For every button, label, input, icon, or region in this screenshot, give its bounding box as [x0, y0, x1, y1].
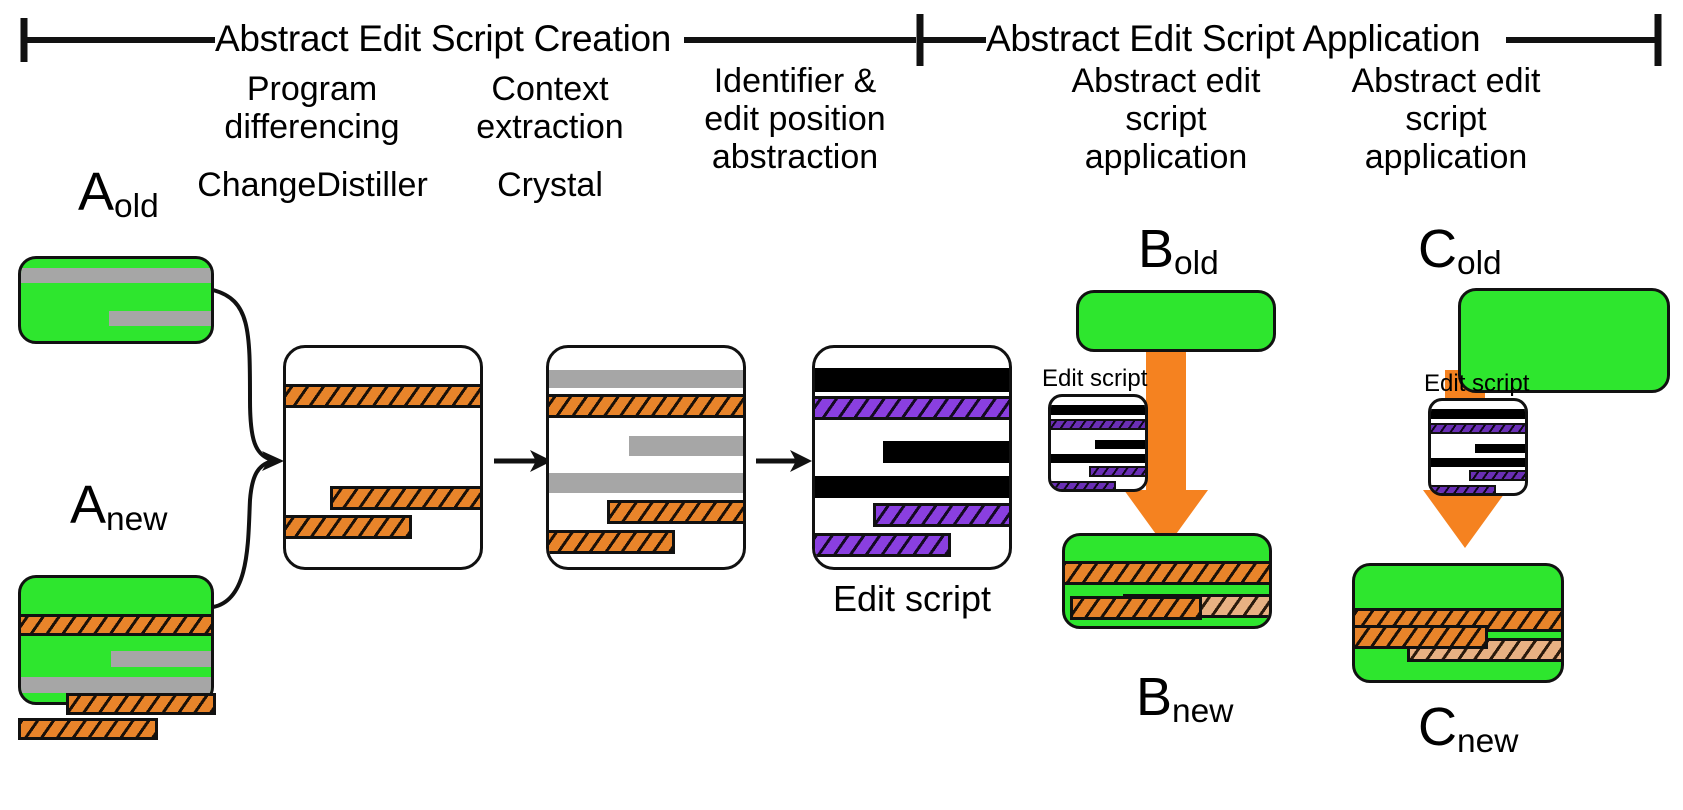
step-title-apply-c: Abstract edit script application: [1351, 62, 1541, 177]
step-tool-crystal: Crystal: [497, 166, 603, 204]
bar-black: [1051, 405, 1145, 415]
bar-orange: [1352, 625, 1488, 649]
bar-gray: [629, 436, 743, 456]
step-title-context-extraction: Context extraction: [476, 70, 624, 147]
label-b-new-base: B: [1136, 667, 1173, 727]
panel-a-new: [18, 575, 214, 705]
caption-edit-script-b: Edit script: [1042, 365, 1148, 392]
bar-gray: [549, 370, 743, 388]
bar-purple: [1469, 470, 1525, 481]
step-title-program-differencing: Program differencing: [224, 70, 400, 147]
bar-purple: [1051, 481, 1116, 489]
bar-gray: [21, 677, 211, 693]
bar-black: [883, 441, 1009, 463]
phase-label-creation: Abstract Edit Script Creation: [215, 18, 672, 59]
bar-purple: [1089, 466, 1145, 477]
bar-orange: [330, 486, 480, 510]
bar-black: [1431, 409, 1525, 419]
panel-c-new: [1352, 563, 1564, 683]
bar-orange-overhang: [18, 718, 158, 740]
bar-gray: [109, 311, 211, 326]
bar-orange: [1070, 596, 1202, 620]
panel-a-old: [18, 256, 214, 344]
bar-black: [1475, 444, 1525, 453]
bar-purple: [1431, 485, 1496, 493]
panel-edit-script-c: [1428, 398, 1528, 496]
bar-purple: [873, 503, 1009, 527]
bar-purple: [1051, 419, 1145, 430]
bar-purple: [1431, 423, 1525, 434]
panel-edit-script: [812, 345, 1012, 570]
bar-orange: [286, 384, 480, 408]
bar-orange: [21, 614, 211, 636]
label-a-new: Anew: [70, 475, 167, 537]
bar-orange: [1065, 561, 1269, 585]
bar-black: [815, 476, 1009, 498]
diagram-root: Abstract Edit Script Creation Abstract E…: [0, 0, 1683, 810]
label-a-old-sub: old: [114, 188, 159, 226]
bar-orange: [549, 394, 743, 418]
label-c-new: Cnew: [1418, 697, 1518, 759]
label-b-old-sub: old: [1174, 245, 1219, 283]
bar-black: [1095, 440, 1145, 449]
panel-edit-script-b: [1048, 394, 1148, 492]
bar-purple: [815, 533, 951, 557]
caption-edit-script-c: Edit script: [1424, 370, 1530, 397]
label-b-new: Bnew: [1136, 667, 1233, 729]
step-tool-changedistiller: ChangeDistiller: [197, 166, 428, 204]
bar-orange-overhang: [66, 693, 216, 715]
panel-context: [546, 345, 746, 570]
bar-orange: [286, 515, 412, 539]
panel-b-old: [1076, 290, 1276, 352]
panel-diff: [283, 345, 483, 570]
label-c-old-sub: old: [1457, 245, 1502, 283]
label-c-new-sub: new: [1457, 723, 1519, 761]
bar-black: [1431, 458, 1525, 467]
label-a-old-base: A: [78, 162, 115, 222]
bar-gray: [111, 651, 211, 667]
bar-purple: [815, 396, 1009, 420]
step-title-apply-b: Abstract edit script application: [1071, 62, 1261, 177]
step-title-identifier-abstraction: Identifier & edit position abstraction: [704, 62, 886, 177]
caption-edit-script-main: Edit script: [833, 578, 992, 619]
label-b-new-sub: new: [1172, 693, 1234, 731]
label-a-new-sub: new: [106, 501, 168, 539]
label-c-new-base: C: [1418, 697, 1457, 757]
bar-orange: [549, 530, 675, 554]
bar-gray: [549, 473, 743, 493]
label-a-new-base: A: [70, 475, 107, 535]
bar-gray: [21, 268, 211, 283]
label-a-old: Aold: [78, 162, 159, 224]
label-c-old: Cold: [1418, 219, 1502, 281]
phase-label-application: Abstract Edit Script Application: [986, 18, 1481, 59]
label-b-old-base: B: [1138, 219, 1175, 279]
bar-black: [1051, 454, 1145, 463]
label-b-old: Bold: [1138, 219, 1219, 281]
bar-orange: [607, 500, 743, 524]
label-c-old-base: C: [1418, 219, 1457, 279]
bar-black: [815, 368, 1009, 392]
